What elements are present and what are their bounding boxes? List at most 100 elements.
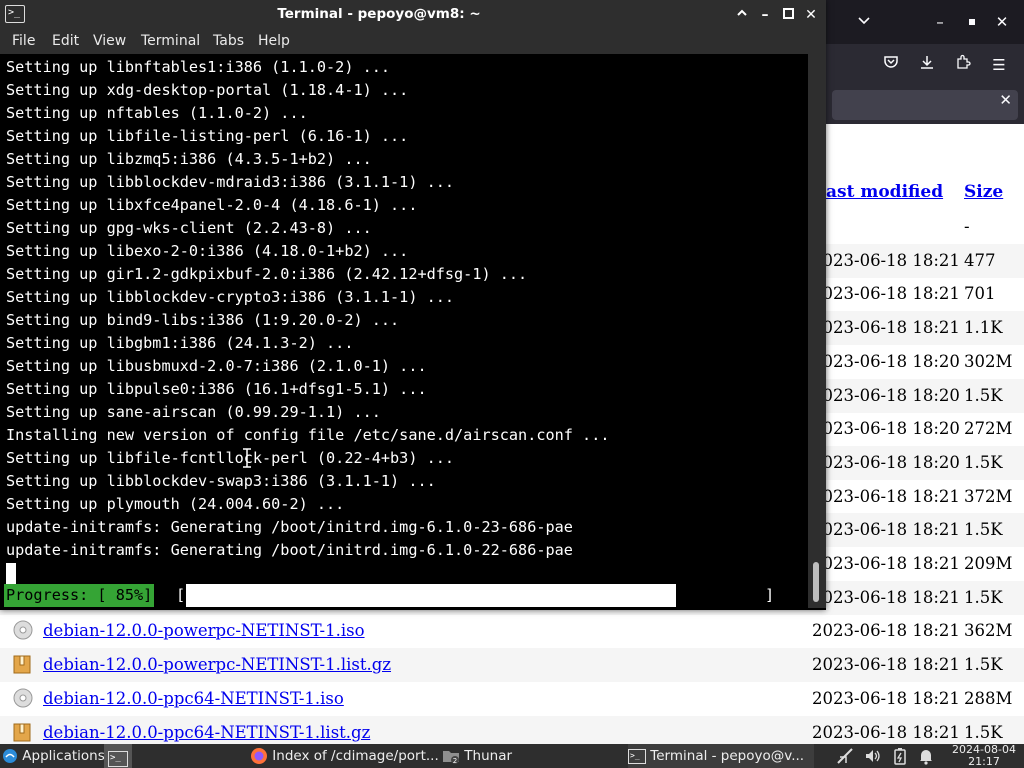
browser-close-icon[interactable]: ✕ bbox=[992, 12, 1012, 32]
terminal-shade-icon[interactable] bbox=[733, 6, 751, 24]
file-size: 1.5K bbox=[964, 452, 1003, 472]
file-size: 701 bbox=[964, 284, 996, 304]
terminal-line: Setting up gir1.2-gdkpixbuf-2.0:i386 (2.… bbox=[6, 265, 528, 283]
terminal-line: Setting up plymouth (24.004.60-2) ... bbox=[6, 495, 345, 513]
browser-titlebar: – ✕ bbox=[826, 0, 1024, 44]
terminal-line: Setting up sane-airscan (0.99.29-1.1) ..… bbox=[6, 403, 381, 421]
task-terminal[interactable]: >_ Terminal - pepoyo@v... bbox=[628, 744, 814, 768]
file-size: 1.5K bbox=[964, 385, 1003, 405]
terminal-line: Setting up libusbmuxd-2.0-7:i386 (2.1.0-… bbox=[6, 357, 427, 375]
clock[interactable]: 2024-08-04 21:17 bbox=[948, 744, 1020, 768]
file-date: 2023-06-18 18:21 bbox=[812, 486, 960, 506]
terminal-close-icon[interactable]: ✕ bbox=[802, 6, 820, 24]
progress-bar-fill bbox=[186, 584, 676, 607]
terminal-title: Terminal - pepoyo@vm8: ~ bbox=[277, 6, 481, 22]
clock-time: 21:17 bbox=[968, 755, 1000, 768]
file-date: 2023-06-18 18:20 bbox=[812, 452, 960, 472]
terminal-line: Setting up libblockdev-mdraid3:i386 (3.1… bbox=[6, 173, 455, 191]
file-date: 2023-06-18 18:20 bbox=[812, 385, 960, 405]
terminal-launcher-icon: >_ bbox=[108, 751, 128, 767]
menu-tabs[interactable]: Tabs bbox=[213, 33, 244, 49]
file-size: - bbox=[964, 217, 970, 236]
terminal-maximize-icon[interactable] bbox=[779, 6, 797, 24]
extensions-icon[interactable] bbox=[952, 54, 974, 76]
file-date: 2023-06-18 18:21 bbox=[812, 250, 960, 270]
terminal-line: Setting up libxfce4panel-2.0-4 (4.18.6-1… bbox=[6, 196, 418, 214]
progress-bar bbox=[186, 584, 762, 607]
file-date: 2023-06-18 18:21 bbox=[812, 284, 960, 304]
taskbar: Applications >_ Index of /cdimage/port..… bbox=[0, 744, 1024, 768]
file-link[interactable]: debian-12.0.0-powerpc-NETINST-1.list.gz bbox=[43, 655, 391, 674]
progress-label: Progress: [ 85%] bbox=[4, 584, 155, 607]
terminal-launcher-button[interactable]: >_ bbox=[104, 744, 132, 768]
applications-label: Applications bbox=[22, 748, 105, 764]
file-link[interactable]: debian-12.0.0-ppc64-NETINST-1.list.gz bbox=[43, 723, 370, 742]
browser-toolbar: ☰ bbox=[826, 44, 1024, 86]
applications-menu-button[interactable]: Applications bbox=[2, 744, 105, 768]
terminal-output[interactable]: Setting up libnftables1:i386 (1.1.0-2) .… bbox=[0, 54, 808, 608]
terminal-line: Setting up xdg-desktop-portal (1.18.4-1)… bbox=[6, 81, 409, 99]
menu-hamburger-icon[interactable]: ☰ bbox=[988, 54, 1010, 76]
terminal-menubar: File Edit View Terminal Tabs Help bbox=[0, 30, 826, 54]
notifications-bell-icon[interactable] bbox=[918, 744, 934, 768]
network-icon[interactable] bbox=[836, 744, 854, 768]
notification-close-icon[interactable]: ✕ bbox=[999, 91, 1012, 109]
terminal-minimize-icon[interactable]: – bbox=[756, 6, 774, 24]
table-row: debian-12.0.0-ppc64-NETINST-1.iso 2023-06… bbox=[0, 682, 1024, 716]
terminal-line: Setting up libexo-2-0:i386 (4.18.0-1+b2)… bbox=[6, 242, 409, 260]
file-date: 2023-06-18 18:21 bbox=[812, 318, 960, 338]
size-column-link[interactable]: Size bbox=[964, 182, 1003, 202]
table-row: debian-12.0.0-powerpc-NETINST-1.list.gz 2… bbox=[0, 648, 1024, 683]
terminal-titlebar[interactable]: >_ Terminal - pepoyo@vm8: ~ – ✕ bbox=[0, 0, 826, 30]
pocket-icon[interactable] bbox=[880, 54, 902, 76]
terminal-line: update-initramfs: Generating /boot/initr… bbox=[6, 518, 573, 536]
file-link[interactable]: debian-12.0.0-powerpc-NETINST-1.iso bbox=[43, 621, 365, 640]
terminal-line: Setting up libblockdev-swap3:i386 (3.1.1… bbox=[6, 472, 436, 490]
ibeam-cursor-icon bbox=[243, 448, 251, 468]
file-date: 2023-06-18 18:21 bbox=[812, 520, 960, 540]
file-date: 2023-06-18 18:21 bbox=[812, 688, 960, 708]
terminal-line: Setting up libnftables1:i386 (1.1.0-2) .… bbox=[6, 58, 391, 76]
file-date: 2023-06-18 18:21 bbox=[812, 722, 960, 742]
terminal-line: Setting up gpg-wks-client (2.2.43-8) ... bbox=[6, 219, 372, 237]
menu-help[interactable]: Help bbox=[258, 33, 290, 49]
menu-view[interactable]: View bbox=[93, 33, 126, 49]
file-link[interactable]: debian-12.0.0-ppc64-NETINST-1.iso bbox=[43, 689, 344, 708]
terminal-scrollbar[interactable] bbox=[808, 54, 826, 608]
file-date: 2023-06-18 18:21 bbox=[812, 655, 960, 675]
text-cursor bbox=[6, 563, 16, 584]
menu-terminal[interactable]: Terminal bbox=[141, 33, 200, 49]
menu-file[interactable]: File bbox=[12, 33, 35, 49]
terminal-window: >_ Terminal - pepoyo@vm8: ~ – ✕ File Edi… bbox=[0, 0, 826, 610]
terminal-line: Setting up bind9-libs:i386 (1:9.20.0-2) … bbox=[6, 311, 400, 329]
firefox-icon bbox=[251, 748, 267, 764]
file-size: 272M bbox=[964, 419, 1013, 439]
task-label: Index of /cdimage/port... bbox=[272, 748, 439, 764]
terminal-line: Setting up libfile-fcntllock-perl (0.22-… bbox=[6, 449, 455, 467]
folder-icon: 2 bbox=[443, 751, 459, 765]
terminal-line: Setting up libpulse0:i386 (16.1+dfsg1-5.… bbox=[6, 380, 427, 398]
task-label: Thunar bbox=[464, 748, 513, 764]
browser-minimize-icon[interactable]: – bbox=[930, 12, 950, 32]
last-modified-column-link[interactable]: ast modified bbox=[826, 182, 943, 202]
file-size: 362M bbox=[964, 621, 1013, 641]
file-size: 302M bbox=[964, 351, 1013, 371]
menu-edit[interactable]: Edit bbox=[52, 33, 79, 49]
file-size: 1.1K bbox=[964, 318, 1003, 338]
file-size: 1.5K bbox=[964, 587, 1003, 607]
power-manager-icon[interactable] bbox=[892, 744, 908, 768]
file-size: 1.5K bbox=[964, 722, 1003, 742]
notification-bar: ✕ bbox=[826, 86, 1024, 124]
downloads-icon[interactable] bbox=[916, 54, 938, 76]
xfce-logo-icon bbox=[3, 749, 17, 763]
scrollbar-thumb[interactable] bbox=[813, 562, 819, 602]
task-thunar[interactable]: 2 Thunar bbox=[442, 744, 622, 768]
volume-icon[interactable] bbox=[864, 744, 882, 768]
svg-text:2: 2 bbox=[453, 757, 457, 765]
browser-maximize-icon[interactable] bbox=[962, 12, 982, 32]
progress-bracket-open: [ bbox=[176, 586, 186, 604]
task-firefox[interactable]: Index of /cdimage/port... bbox=[250, 744, 439, 768]
tab-list-chevron-icon[interactable] bbox=[854, 12, 874, 32]
task-label: Terminal - pepoyo@v... bbox=[650, 748, 805, 764]
terminal-line: Installing new version of config file /e… bbox=[6, 426, 610, 444]
